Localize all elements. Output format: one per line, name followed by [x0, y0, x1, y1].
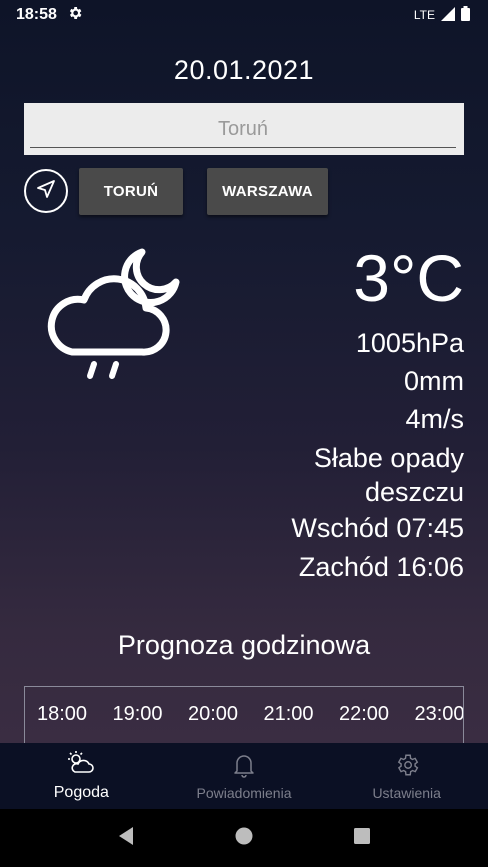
- city-search-input[interactable]: [30, 111, 456, 148]
- city-button-torun[interactable]: TORUŃ: [79, 168, 183, 215]
- weather-description-line2: deszczu: [364, 477, 464, 507]
- city-button-warszawa[interactable]: WARSZAWA: [207, 168, 328, 215]
- bell-icon: [232, 752, 256, 781]
- location-button[interactable]: [24, 169, 68, 213]
- network-type: LTE: [413, 8, 435, 22]
- forecast-hour[interactable]: 18:00: [37, 703, 113, 726]
- city-search-box: [24, 103, 464, 155]
- forecast-hour[interactable]: 19:00: [113, 703, 189, 726]
- nav-item-weather[interactable]: Pogoda: [0, 743, 163, 809]
- nav-item-notifications[interactable]: Powiadomienia: [163, 743, 326, 809]
- forecast-hour[interactable]: 23:00: [415, 703, 464, 726]
- settings-gear-icon: [67, 5, 83, 26]
- forecast-hour[interactable]: 21:00: [264, 703, 340, 726]
- wind-speed: 4m/s: [405, 404, 464, 434]
- home-icon[interactable]: [235, 827, 253, 850]
- bottom-navigation: Pogoda Powiadomienia Ustawienia: [0, 743, 488, 809]
- status-bar: 18:58 LTE: [0, 0, 488, 30]
- current-date: 20.01.2021: [173, 55, 315, 85]
- battery-icon: [461, 6, 470, 24]
- hourly-forecast-title: Prognoza godzinowa: [117, 630, 371, 660]
- nav-label-weather: Pogoda: [53, 783, 109, 801]
- nav-label-notifications: Powiadomienia: [196, 784, 292, 801]
- status-time: 18:58: [16, 6, 57, 23]
- hourly-forecast-list[interactable]: 18:00 19:00 20:00 21:00 22:00 23:00: [24, 686, 464, 746]
- temperature: 3°C: [353, 241, 464, 315]
- sunrise-time: Wschód 07:45: [291, 513, 464, 543]
- signal-icon: [441, 6, 455, 24]
- weather-nav-icon: [67, 750, 95, 780]
- navigation-arrow-icon: [34, 177, 58, 206]
- pressure: 1005hPa: [355, 328, 464, 358]
- nav-label-settings: Ustawienia: [372, 784, 441, 801]
- precipitation: 0mm: [404, 366, 464, 396]
- weather-description-line1: Słabe opady: [313, 443, 464, 473]
- back-icon[interactable]: [117, 826, 135, 851]
- forecast-hour[interactable]: 22:00: [339, 703, 415, 726]
- forecast-hour[interactable]: 20:00: [188, 703, 264, 726]
- recents-icon[interactable]: [353, 827, 371, 850]
- nav-item-settings[interactable]: Ustawienia: [325, 743, 488, 809]
- sunset-time: Zachód 16:06: [298, 552, 464, 582]
- system-navigation-bar: [0, 809, 488, 867]
- cloud-moon-rain-icon: [42, 244, 192, 384]
- gear-icon: [394, 752, 420, 781]
